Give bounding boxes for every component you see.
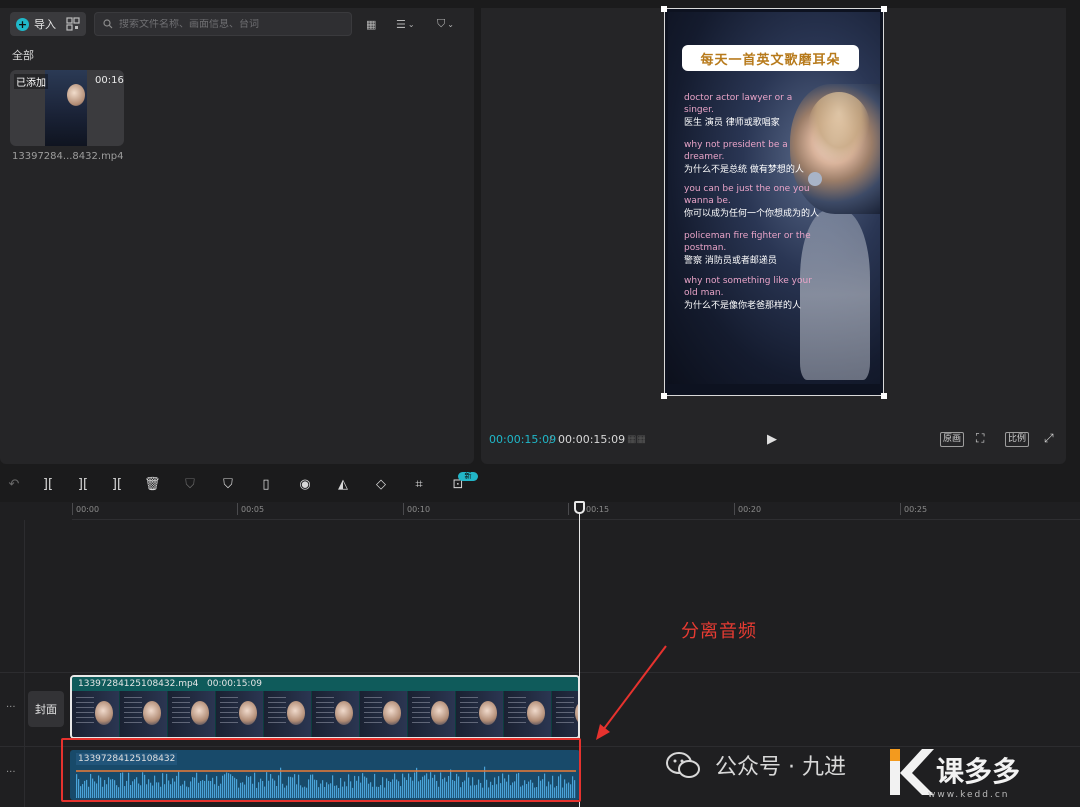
lyric-zh: 你可以成为任何一个你想成为的人 bbox=[684, 209, 820, 219]
watermark-brand: 课多多 bbox=[936, 755, 1020, 788]
clip-frame bbox=[120, 691, 168, 737]
ruler-tick bbox=[568, 503, 569, 515]
resize-handle-bl[interactable] bbox=[661, 393, 667, 399]
clip-frame bbox=[504, 691, 552, 737]
ruler-tick-label: 00:05 bbox=[241, 505, 265, 514]
ruler-tick-label: 00:25 bbox=[904, 505, 928, 514]
video-clip-header: 13397284125108432.mp4 00:00:15:09 bbox=[72, 677, 578, 691]
qr-code-icon[interactable] bbox=[66, 17, 80, 31]
track-divider bbox=[0, 672, 1080, 673]
video-clip-name: 13397284125108432.mp4 bbox=[78, 679, 199, 689]
freeze-frame-icon[interactable]: ▯ bbox=[258, 477, 274, 493]
track-header-divider bbox=[24, 520, 25, 807]
reverse-play-icon[interactable]: ◉ bbox=[297, 477, 313, 493]
lyric-zh: 为什么不是总统 做有梦想的人 bbox=[684, 165, 804, 175]
media-item-filename: 13397284...8432.mp4 bbox=[12, 151, 124, 162]
playhead-handle[interactable] bbox=[574, 501, 585, 514]
fit-screen-icon[interactable]: ⛶ bbox=[976, 431, 992, 447]
watermark-url: www.kedd.cn bbox=[928, 790, 1010, 800]
annotation-highlight-box bbox=[61, 738, 581, 802]
ruler-tick-label: 00:00 bbox=[76, 505, 100, 514]
edit-toolbar bbox=[0, 470, 1080, 502]
clip-frame bbox=[168, 691, 216, 737]
added-badge: 已添加 bbox=[14, 74, 48, 89]
new-badge: 新 bbox=[458, 472, 478, 481]
filter-all-label[interactable]: 全部 bbox=[12, 47, 34, 63]
resize-handle-tl[interactable] bbox=[661, 6, 667, 12]
lyric-en: doctor actor lawyer or a singer. bbox=[684, 93, 793, 115]
clip-frame bbox=[216, 691, 264, 737]
watermark-text: 公众号 · 九进 bbox=[715, 755, 846, 780]
resize-handle-br[interactable] bbox=[881, 393, 887, 399]
media-item-duration: 00:16 bbox=[95, 75, 124, 86]
lyric-en: policeman fire fighter or the postman. bbox=[684, 231, 811, 253]
clip-frame bbox=[552, 691, 578, 737]
video-clip-duration: 00:00:15:09 bbox=[207, 679, 262, 689]
import-label: 导入 bbox=[34, 18, 56, 31]
time-separator: / bbox=[549, 433, 553, 446]
grid-icon[interactable]: ▦▦ bbox=[627, 434, 646, 446]
fullscreen-icon[interactable]: ⤢ bbox=[1044, 431, 1058, 445]
search-input[interactable] bbox=[119, 18, 339, 30]
split-left-icon[interactable]: ][ bbox=[75, 477, 91, 493]
lyric-zh: 医生 演员 律师或歌唱家 bbox=[684, 118, 780, 128]
lyric-en: you can be just the one you wanna be. bbox=[684, 184, 810, 206]
ruler-tick bbox=[72, 503, 73, 515]
clip-frame bbox=[360, 691, 408, 737]
resize-handle-tr[interactable] bbox=[881, 6, 887, 12]
cover-button[interactable]: 封面 bbox=[28, 691, 64, 727]
ruler-tick bbox=[900, 503, 901, 515]
mirror-icon[interactable]: ◭ bbox=[335, 477, 351, 493]
wechat-icon bbox=[666, 752, 700, 778]
video-title-banner: 每天一首英文歌磨耳朵 bbox=[682, 45, 859, 71]
ratio-button[interactable]: 比例 bbox=[1005, 432, 1030, 447]
ruler-tick-label: 00:10 bbox=[407, 505, 431, 514]
video-clip[interactable]: 13397284125108432.mp4 00:00:15:09 bbox=[70, 675, 580, 739]
split-icon[interactable]: ][ bbox=[40, 477, 56, 493]
plus-icon: + bbox=[16, 17, 29, 31]
delete-icon[interactable]: 🗑 bbox=[144, 477, 161, 493]
grid-view-icon[interactable]: ▦ bbox=[366, 17, 376, 31]
track-menu-icon[interactable]: ··· bbox=[6, 702, 16, 713]
clip-frame bbox=[312, 691, 360, 737]
lyric-en: why not president be a dreamer. bbox=[684, 140, 788, 162]
filter-icon[interactable]: ⛉ ⌄ bbox=[437, 17, 454, 31]
search-box[interactable] bbox=[94, 12, 352, 36]
clip-frame bbox=[72, 691, 120, 737]
ruler-tick-label: 00:15 bbox=[586, 505, 610, 514]
lyric-zh: 警察 消防员或者邮递员 bbox=[684, 256, 777, 266]
rotate-icon[interactable]: ◇ bbox=[373, 477, 389, 493]
play-button[interactable]: ▶ bbox=[767, 432, 779, 447]
ruler-tick bbox=[237, 503, 238, 515]
lyric-zh: 为什么不是像你老爸那样的人 bbox=[684, 301, 802, 311]
clip-frame bbox=[408, 691, 456, 737]
track-menu-icon[interactable]: ··· bbox=[6, 767, 16, 778]
annotation-text: 分离音频 bbox=[681, 621, 757, 642]
marker-icon[interactable]: ⛉ bbox=[220, 477, 236, 493]
watermark: 公众号 · 九进 bbox=[665, 745, 846, 785]
thumbnail-preview bbox=[45, 70, 87, 146]
editor-app: + 导入 ▦ ☰⌄ ⛉⌄ 全部 已添加 00:16 13397284...843… bbox=[0, 0, 1080, 807]
sort-icon[interactable]: ☰ ⌄ bbox=[396, 17, 415, 31]
annotation-arrow bbox=[596, 645, 667, 740]
ruler-tick bbox=[403, 503, 404, 515]
current-time: 00:00:15:09 bbox=[489, 433, 557, 446]
search-icon bbox=[103, 19, 113, 29]
ruler-tick-label: 00:20 bbox=[738, 505, 762, 514]
clip-frame bbox=[456, 691, 504, 737]
lyric-en: why not something like your old man. bbox=[684, 276, 812, 298]
ruler-tick bbox=[734, 503, 735, 515]
shield-icon[interactable]: ⛉ bbox=[182, 477, 198, 493]
total-time: 00:00:15:09 bbox=[558, 433, 626, 446]
clip-frame bbox=[264, 691, 312, 737]
crop-icon[interactable]: ⌗ bbox=[411, 477, 427, 493]
original-quality-button[interactable]: 原画 bbox=[940, 432, 965, 447]
undo-icon[interactable]: ↶ bbox=[6, 477, 22, 493]
split-right-icon[interactable]: ][ bbox=[109, 477, 125, 493]
